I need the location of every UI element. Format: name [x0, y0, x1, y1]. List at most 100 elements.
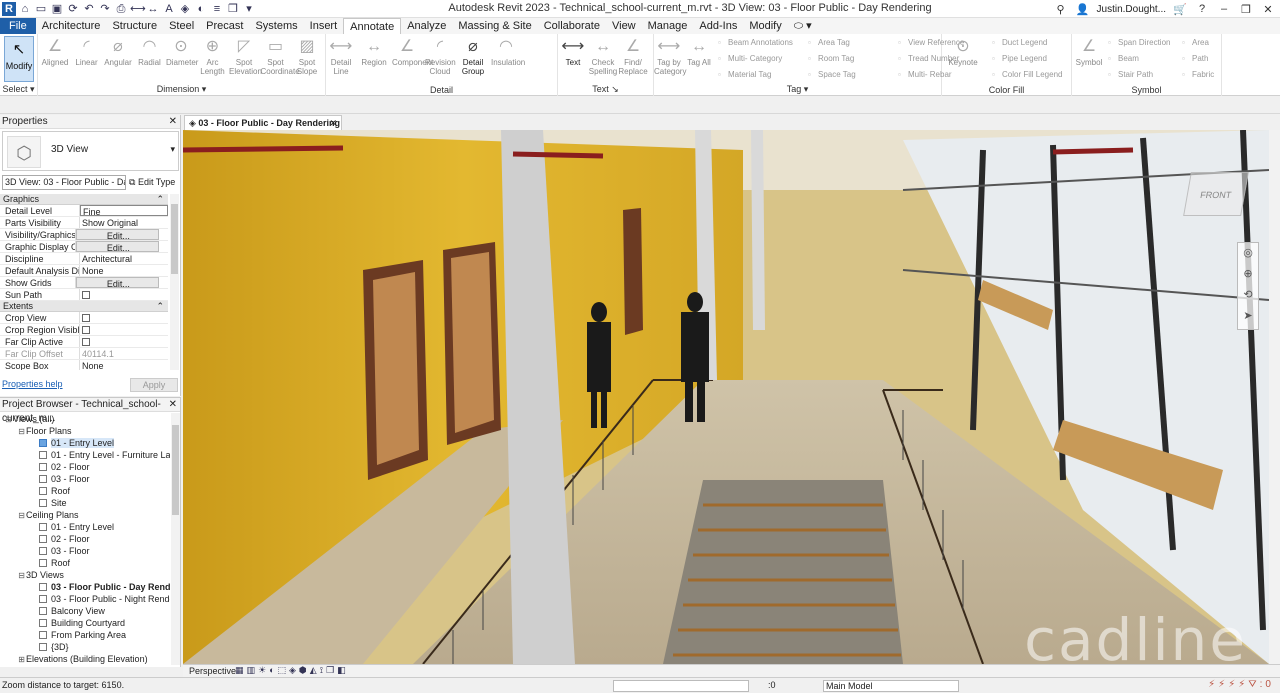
zoom-icon[interactable]: ⊕	[1238, 264, 1258, 285]
property-value[interactable]: None	[80, 265, 168, 276]
thin-lines-icon[interactable]: ≡	[210, 2, 224, 16]
edit-type-button[interactable]: ⧉ Edit Type	[129, 175, 179, 190]
sync-icon[interactable]: ⟳	[66, 2, 80, 16]
tab-collaborate[interactable]: Collaborate	[538, 18, 606, 34]
browser-view-item[interactable]: Building Courtyard	[0, 617, 170, 629]
property-value[interactable]	[80, 289, 168, 300]
browser-view-item[interactable]: 02 - Floor	[0, 461, 170, 473]
tag-all-tool[interactable]: ↔ Tag All	[684, 36, 714, 67]
user-name[interactable]: Justin.Dought...	[1097, 4, 1166, 15]
checkbox[interactable]	[82, 314, 90, 322]
checkbox[interactable]	[82, 338, 90, 346]
browser-category[interactable]: ⊟Views (all)	[0, 413, 170, 425]
browser-view-item[interactable]: Site	[0, 497, 170, 509]
detail-line-tool[interactable]: ⟷ Detail Line	[326, 36, 356, 76]
path-tool[interactable]: ▫ Path	[1182, 52, 1208, 66]
revision-cloud-tool[interactable]: ◜ Revision Cloud	[425, 36, 456, 76]
measure-icon[interactable]: ⟷	[130, 2, 146, 16]
tab-annotate[interactable]: Annotate	[343, 18, 402, 34]
cart-icon[interactable]: 🛒	[1172, 3, 1188, 16]
view-control-icons[interactable]: ▦▥☀◐⬚◈⬢◭⟟❒◧	[235, 665, 349, 676]
stair-path-tool[interactable]: ▫ Stair Path	[1108, 68, 1153, 82]
tab-steel[interactable]: Steel	[163, 18, 200, 34]
browser-view-item[interactable]: 01 - Entry Level - Furniture Layo	[0, 449, 170, 461]
browser-category[interactable]: ⊟Floor Plans	[0, 425, 170, 437]
home-icon[interactable]: ⌂	[18, 2, 32, 16]
aligned-tool[interactable]: ∠ Aligned	[40, 36, 70, 67]
symbol-tool[interactable]: ∠ Symbol	[1074, 36, 1104, 67]
binoculars-icon[interactable]: ⚲	[1053, 3, 1069, 16]
tab-insert[interactable]: Insert	[304, 18, 344, 34]
collapse-icon[interactable]: ⌃	[156, 301, 164, 312]
text-icon[interactable]: A	[162, 2, 176, 16]
workset-selector[interactable]	[613, 680, 749, 692]
save-icon[interactable]: ▣	[50, 2, 64, 16]
properties-scrollbar[interactable]	[170, 194, 179, 370]
browser-view-item[interactable]: From Parking Area	[0, 629, 170, 641]
view-tab[interactable]: ◈ 03 - Floor Public - Day Rendering ✕	[184, 115, 342, 130]
browser-view-item[interactable]: Balcony View	[0, 605, 170, 617]
beam-tool[interactable]: ▫ Beam	[1108, 52, 1139, 66]
property-value[interactable]: Show Original	[80, 217, 168, 228]
browser-view-item[interactable]: 02 - Floor	[0, 533, 170, 545]
browser-category[interactable]: ⊟Ceiling Plans	[0, 509, 170, 521]
browser-scrollbar[interactable]	[171, 413, 180, 665]
tab-massing-site[interactable]: Massing & Site	[452, 18, 537, 34]
apply-button[interactable]: Apply	[130, 378, 178, 392]
property-value[interactable]: Edit...	[75, 277, 159, 288]
diameter-tool[interactable]: ⊙ Diameter	[166, 36, 198, 67]
browser-category[interactable]: ⊞Elevations (Building Elevation)	[0, 653, 170, 665]
radial-tool[interactable]: ◠ Radial	[135, 36, 165, 67]
property-value[interactable]	[80, 336, 168, 347]
open-icon[interactable]: ▭	[34, 2, 48, 16]
browser-view-item[interactable]: 03 - Floor Public - Day Renderi	[0, 581, 170, 593]
context-toggle-icon[interactable]: ⬭ ▾	[788, 18, 818, 34]
tag-dropdown[interactable]: Tag ▾	[654, 84, 941, 95]
select-dropdown[interactable]: Select ▾	[0, 84, 37, 95]
browser-view-item[interactable]: 03 - Floor	[0, 545, 170, 557]
tab-structure[interactable]: Structure	[106, 18, 163, 34]
property-value[interactable]: Architectural	[80, 253, 168, 264]
dimension-icon[interactable]: ↔	[146, 2, 160, 16]
pipe-legend-tool[interactable]: ▫ Pipe Legend	[992, 52, 1047, 66]
fabric-tool[interactable]: ▫ Fabric	[1182, 68, 1214, 82]
span-direction-tool[interactable]: ▫ Span Direction	[1108, 36, 1170, 50]
undo-icon[interactable]: ↶	[82, 2, 96, 16]
duct-legend-tool[interactable]: ▫ Duct Legend	[992, 36, 1047, 50]
component-tool[interactable]: ∠ Component	[392, 36, 433, 67]
tab-precast[interactable]: Precast	[200, 18, 249, 34]
design-option-selector[interactable]: Main Model	[823, 680, 959, 692]
property-value[interactable]: Edit...	[75, 229, 159, 240]
checkbox[interactable]	[82, 326, 90, 334]
multi-category-tool[interactable]: ▫ Multi- Category	[718, 52, 782, 66]
user-icon[interactable]: 👤	[1075, 3, 1091, 16]
minimize-icon[interactable]: –	[1216, 3, 1232, 15]
property-section-graphics[interactable]: Graphics ⌃	[0, 194, 168, 205]
viewcube[interactable]: FRONT	[1183, 172, 1249, 216]
color-fill-legend-tool[interactable]: ▫ Color Fill Legend	[992, 68, 1062, 82]
close-icon[interactable]: ✕	[1260, 3, 1276, 16]
material-tag-tool[interactable]: ▫ Material Tag	[718, 68, 771, 82]
spot-slope-tool[interactable]: ▨ Spot Slope	[292, 36, 322, 76]
walk-icon[interactable]: ➤	[1238, 306, 1258, 327]
instance-selector[interactable]: 3D View: 03 - Floor Public - Da	[2, 175, 126, 190]
redo-icon[interactable]: ↷	[98, 2, 112, 16]
qat-dropdown-icon[interactable]: ▾	[242, 2, 256, 16]
property-value[interactable]: Fine	[80, 205, 168, 216]
tab-view[interactable]: View	[606, 18, 642, 34]
restore-icon[interactable]: ❐	[1238, 3, 1254, 16]
property-section-extents[interactable]: Extents ⌃	[0, 301, 168, 312]
property-value[interactable]	[80, 312, 168, 323]
print-icon[interactable]: ⎙	[114, 2, 128, 16]
close-icon[interactable]: ✕	[169, 115, 177, 129]
tab-add-ins[interactable]: Add-Ins	[693, 18, 743, 34]
keynote-tool[interactable]: ⊙ Keynote	[948, 36, 978, 67]
browser-view-item[interactable]: 03 - Floor Public - Night Render	[0, 593, 170, 605]
beam-annotations-tool[interactable]: ▫ Beam Annotations	[718, 36, 793, 50]
orbit-icon[interactable]: ⟲	[1238, 285, 1258, 306]
text-tool[interactable]: ⟷ Text	[558, 36, 588, 67]
check-spelling-tool[interactable]: ↔ Check Spelling	[588, 36, 618, 76]
area-tool[interactable]: ▫ Area	[1182, 36, 1209, 50]
viewport-scrollbar[interactable]	[1269, 130, 1280, 664]
modify-button[interactable]: ↖ Modify	[4, 36, 34, 82]
